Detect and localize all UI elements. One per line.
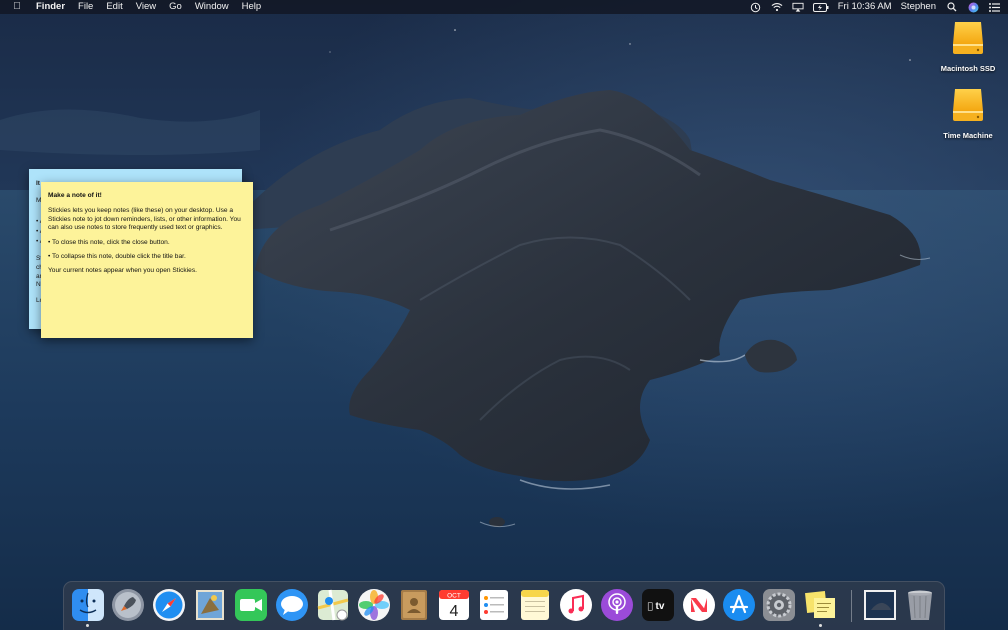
photos-icon [358, 589, 390, 621]
dock-launchpad[interactable] [111, 588, 145, 622]
hard-drive-icon [953, 22, 983, 54]
note-title: Make a note of it! [48, 192, 102, 199]
running-indicator [86, 624, 89, 627]
calendar-day: 4 [450, 603, 459, 620]
dock-tv[interactable]:  tv [641, 588, 675, 622]
finder-icon [72, 589, 104, 621]
contacts-icon [401, 590, 427, 620]
dock-separator [851, 590, 852, 622]
menu-app-name[interactable]: Finder [36, 0, 65, 14]
calendar-month: OCT [447, 593, 461, 600]
calendar-icon: OCT 4 [439, 590, 469, 620]
dock-finder[interactable] [71, 588, 105, 627]
tv-label: tv [656, 601, 665, 612]
facetime-icon [235, 589, 267, 621]
apple-menu-icon[interactable]:  [10, 0, 24, 14]
dock-contacts[interactable] [397, 588, 431, 622]
menu-go[interactable]: Go [169, 0, 182, 14]
dock-mail[interactable] [193, 588, 227, 622]
time-machine-icon[interactable] [750, 2, 762, 12]
menu-bar:  Finder File Edit View Go Window Help F… [0, 0, 1008, 14]
dock-facetime[interactable] [234, 588, 268, 622]
dock-podcasts[interactable] [600, 588, 634, 622]
clock[interactable]: Fri 10:36 AM [838, 0, 892, 14]
notification-center-icon[interactable] [988, 2, 1000, 12]
safari-icon [153, 589, 185, 621]
dock-photos[interactable] [357, 588, 391, 622]
desktop-folder-icon [864, 590, 896, 620]
stickies-icon [805, 591, 835, 618]
dock-maps[interactable] [316, 588, 350, 622]
note-paragraph: • To close this note, click the close bu… [48, 238, 170, 246]
wifi-icon[interactable] [771, 2, 783, 12]
gear-icon [763, 589, 795, 621]
battery-icon[interactable] [812, 2, 829, 12]
siri-icon[interactable] [967, 2, 979, 12]
desktop-icon-macintosh-ssd[interactable]: Macintosh SSD [928, 20, 1008, 73]
tv-icon:  tv [642, 589, 674, 621]
note-paragraph: Stickies lets you keep notes (like these… [48, 207, 241, 232]
dock-music[interactable] [559, 588, 593, 622]
reminders-icon [480, 590, 508, 620]
mail-icon [196, 590, 224, 620]
dock-calendar[interactable]: OCT 4 [437, 588, 471, 622]
dock-stickies[interactable] [804, 588, 838, 627]
desktop-icon-label: Macintosh SSD [940, 64, 996, 73]
podcasts-icon [601, 589, 633, 621]
music-icon [560, 589, 592, 621]
menu-edit[interactable]: Edit [106, 0, 122, 14]
note-paragraph: Your current notes appear when you open … [48, 267, 197, 275]
hard-drive-icon [953, 89, 983, 121]
dock-desktop-folder[interactable] [863, 588, 897, 622]
notes-icon [521, 590, 549, 620]
svg-text::  [648, 602, 653, 612]
note-text-fragment: It [36, 180, 40, 187]
spotlight-icon[interactable] [946, 2, 958, 12]
trash-icon [908, 590, 932, 620]
maps-icon [317, 589, 349, 621]
menu-file[interactable]: File [78, 0, 93, 14]
menu-help[interactable]: Help [242, 0, 262, 14]
dock-system-preferences[interactable] [762, 588, 796, 622]
note-text-fragment: N [36, 281, 41, 288]
menu-window[interactable]: Window [195, 0, 229, 14]
desktop-icon-time-machine[interactable]: Time Machine [928, 87, 1008, 140]
menu-view[interactable]: View [136, 0, 156, 14]
dock-safari[interactable] [152, 588, 186, 622]
dock-trash[interactable] [903, 588, 937, 622]
sticky-note-yellow[interactable]: Make a note of it! Stickies lets you kee… [41, 182, 253, 338]
dock-news[interactable] [682, 588, 716, 622]
desktop-icon-label: Time Machine [943, 131, 993, 140]
note-paragraph: • To collapse this note, double click th… [48, 253, 186, 261]
launchpad-icon [112, 589, 144, 621]
dock: OCT 4 tv [63, 581, 945, 630]
airplay-icon[interactable] [792, 2, 804, 12]
dock-notes[interactable] [518, 588, 552, 622]
dock-app-store[interactable] [722, 588, 756, 622]
dock-messages[interactable] [275, 588, 309, 622]
app-store-icon [723, 589, 755, 621]
running-indicator [819, 624, 822, 627]
dock-reminders[interactable] [477, 588, 511, 622]
news-icon [683, 589, 715, 621]
user-name[interactable]: Stephen [901, 0, 936, 14]
messages-icon [276, 589, 308, 621]
